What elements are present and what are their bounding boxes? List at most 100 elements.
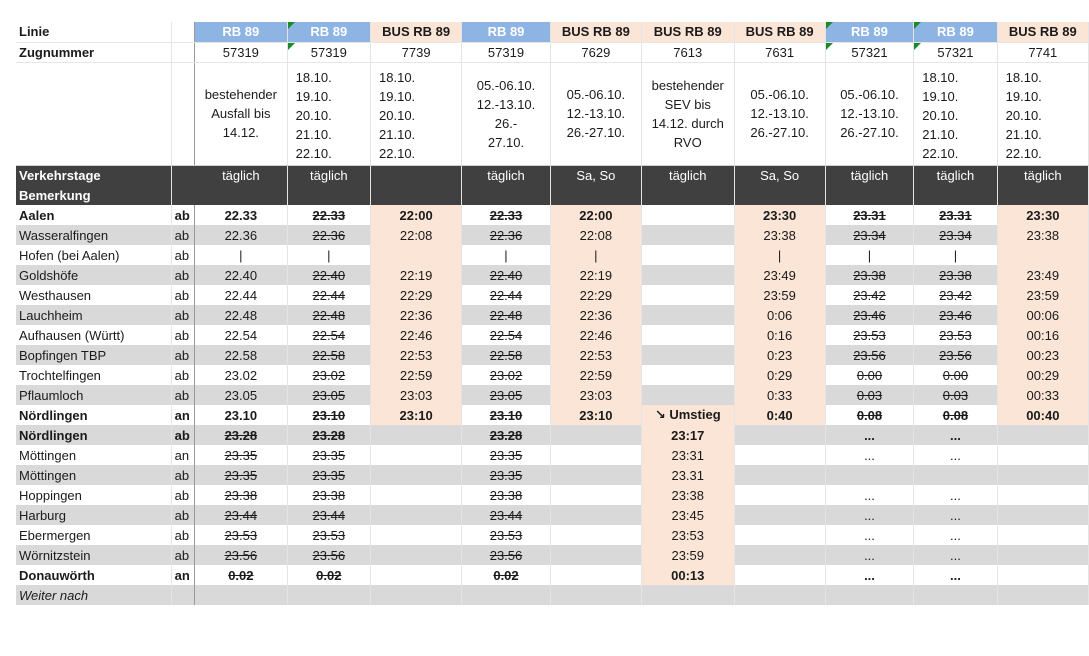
time-cell[interactable] — [734, 485, 826, 505]
time-cell[interactable]: 23.02 — [461, 365, 551, 385]
time-cell[interactable]: 00:29 — [997, 365, 1089, 385]
time-cell[interactable]: 00:33 — [997, 385, 1089, 405]
time-cell[interactable] — [461, 585, 551, 605]
time-cell[interactable]: 23.31 — [641, 465, 735, 485]
time-cell[interactable]: 22.54 — [461, 325, 551, 345]
operating-days-cell[interactable]: 05.-06.10. 12.-13.10. 26.-27.10. — [550, 62, 642, 166]
time-cell[interactable]: 23.05 — [287, 385, 372, 405]
time-cell[interactable]: 23.56 — [825, 345, 915, 365]
time-cell[interactable]: 22.40 — [461, 265, 551, 285]
time-cell[interactable]: 23.10 — [194, 405, 288, 425]
time-cell[interactable]: 23:03 — [370, 385, 463, 405]
zugnummer-cell[interactable]: 57319 — [287, 42, 372, 63]
time-cell[interactable]: 0.08 — [913, 405, 998, 425]
time-cell[interactable] — [825, 465, 915, 485]
zugnummer-cell[interactable]: 57321 — [825, 42, 915, 63]
time-cell[interactable]: 23.31 — [913, 205, 998, 225]
time-cell[interactable]: 23.10 — [287, 405, 372, 425]
time-cell[interactable]: 0.02 — [461, 565, 551, 585]
time-cell[interactable] — [550, 585, 642, 605]
time-cell[interactable] — [641, 345, 735, 365]
time-cell[interactable] — [913, 585, 998, 605]
time-cell[interactable]: 22:19 — [370, 265, 463, 285]
time-cell[interactable] — [997, 545, 1089, 565]
time-cell[interactable]: 23:59 — [734, 285, 826, 305]
time-cell[interactable] — [734, 505, 826, 525]
zugnummer-cell[interactable]: 7741 — [997, 42, 1089, 63]
time-cell[interactable]: ... — [913, 505, 998, 525]
time-cell[interactable] — [550, 465, 642, 485]
time-cell[interactable]: 23:31 — [641, 445, 735, 465]
time-cell[interactable]: 23.05 — [461, 385, 551, 405]
time-cell[interactable]: | — [913, 245, 998, 265]
operating-days-cell[interactable]: 18.10. 19.10. 20.10. 21.10. 22.10. — [370, 62, 463, 166]
time-cell[interactable]: ... — [913, 485, 998, 505]
time-cell[interactable]: 23.46 — [825, 305, 915, 325]
time-cell[interactable]: 23:30 — [734, 205, 826, 225]
time-cell[interactable]: ... — [825, 545, 915, 565]
time-cell[interactable]: 22.33 — [194, 205, 288, 225]
verkehrstage-cell[interactable]: täglich — [913, 165, 998, 185]
linie-cell[interactable]: BUS RB 89 — [550, 22, 642, 43]
zugnummer-cell[interactable]: 57319 — [194, 42, 288, 63]
time-cell[interactable]: 23.53 — [825, 325, 915, 345]
time-cell[interactable]: 23.35 — [287, 465, 372, 485]
time-cell[interactable]: 00:13 — [641, 565, 735, 585]
time-cell[interactable]: 22:36 — [550, 305, 642, 325]
time-cell[interactable] — [734, 465, 826, 485]
time-cell[interactable] — [641, 385, 735, 405]
time-cell[interactable]: 22.44 — [287, 285, 372, 305]
time-cell[interactable]: 23:38 — [734, 225, 826, 245]
time-cell[interactable]: 23.02 — [194, 365, 288, 385]
time-cell[interactable]: 23.53 — [194, 525, 288, 545]
time-cell[interactable] — [370, 465, 463, 485]
time-cell[interactable] — [641, 245, 735, 265]
time-cell[interactable]: 22:29 — [550, 285, 642, 305]
operating-days-cell[interactable]: 18.10. 19.10. 20.10. 21.10. 22.10. — [913, 62, 998, 166]
time-cell[interactable]: 23:17 — [641, 425, 735, 445]
time-cell[interactable]: 23:59 — [641, 545, 735, 565]
operating-days-cell[interactable]: 18.10. 19.10. 20.10. 21.10. 22.10. — [997, 62, 1089, 166]
time-cell[interactable]: 22.54 — [287, 325, 372, 345]
time-cell[interactable]: 23:03 — [550, 385, 642, 405]
time-cell[interactable]: 23.05 — [194, 385, 288, 405]
time-cell[interactable] — [997, 485, 1089, 505]
time-cell[interactable]: 23.35 — [194, 445, 288, 465]
linie-cell[interactable]: RB 89 — [825, 22, 915, 43]
time-cell[interactable]: | — [550, 245, 642, 265]
time-cell[interactable]: 22:08 — [370, 225, 463, 245]
verkehrstage-cell[interactable]: Sa, So — [734, 165, 826, 185]
time-cell[interactable]: 0.02 — [194, 565, 288, 585]
linie-cell[interactable]: RB 89 — [287, 22, 372, 43]
zugnummer-cell[interactable]: 57321 — [913, 42, 998, 63]
time-cell[interactable]: 0.00 — [913, 365, 998, 385]
time-cell[interactable] — [370, 425, 463, 445]
time-cell[interactable]: 23:38 — [997, 225, 1089, 245]
time-cell[interactable]: 22:59 — [550, 365, 642, 385]
time-cell[interactable]: 22.58 — [194, 345, 288, 365]
verkehrstage-cell[interactable]: Sa, So — [550, 165, 642, 185]
time-cell[interactable] — [370, 525, 463, 545]
zugnummer-cell[interactable]: 57319 — [461, 42, 551, 63]
time-cell[interactable]: ... — [913, 425, 998, 445]
time-cell[interactable]: ... — [913, 525, 998, 545]
time-cell[interactable]: 23.02 — [287, 365, 372, 385]
time-cell[interactable]: | — [734, 245, 826, 265]
time-cell[interactable]: 23.42 — [825, 285, 915, 305]
time-cell[interactable]: 22.58 — [461, 345, 551, 365]
operating-days-cell[interactable]: 05.-06.10. 12.-13.10. 26.- 27.10. — [461, 62, 551, 166]
time-cell[interactable] — [641, 265, 735, 285]
time-cell[interactable]: ↘ Umstieg — [641, 405, 735, 425]
time-cell[interactable]: 23.38 — [287, 485, 372, 505]
time-cell[interactable]: | — [825, 245, 915, 265]
operating-days-cell[interactable]: 05.-06.10. 12.-13.10. 26.-27.10. — [734, 62, 826, 166]
time-cell[interactable] — [997, 565, 1089, 585]
time-cell[interactable]: 22:53 — [370, 345, 463, 365]
time-cell[interactable]: 23.53 — [287, 525, 372, 545]
time-cell[interactable] — [370, 445, 463, 465]
time-cell[interactable] — [287, 585, 372, 605]
time-cell[interactable] — [370, 565, 463, 585]
time-cell[interactable]: 23.44 — [287, 505, 372, 525]
time-cell[interactable] — [825, 585, 915, 605]
time-cell[interactable] — [641, 325, 735, 345]
